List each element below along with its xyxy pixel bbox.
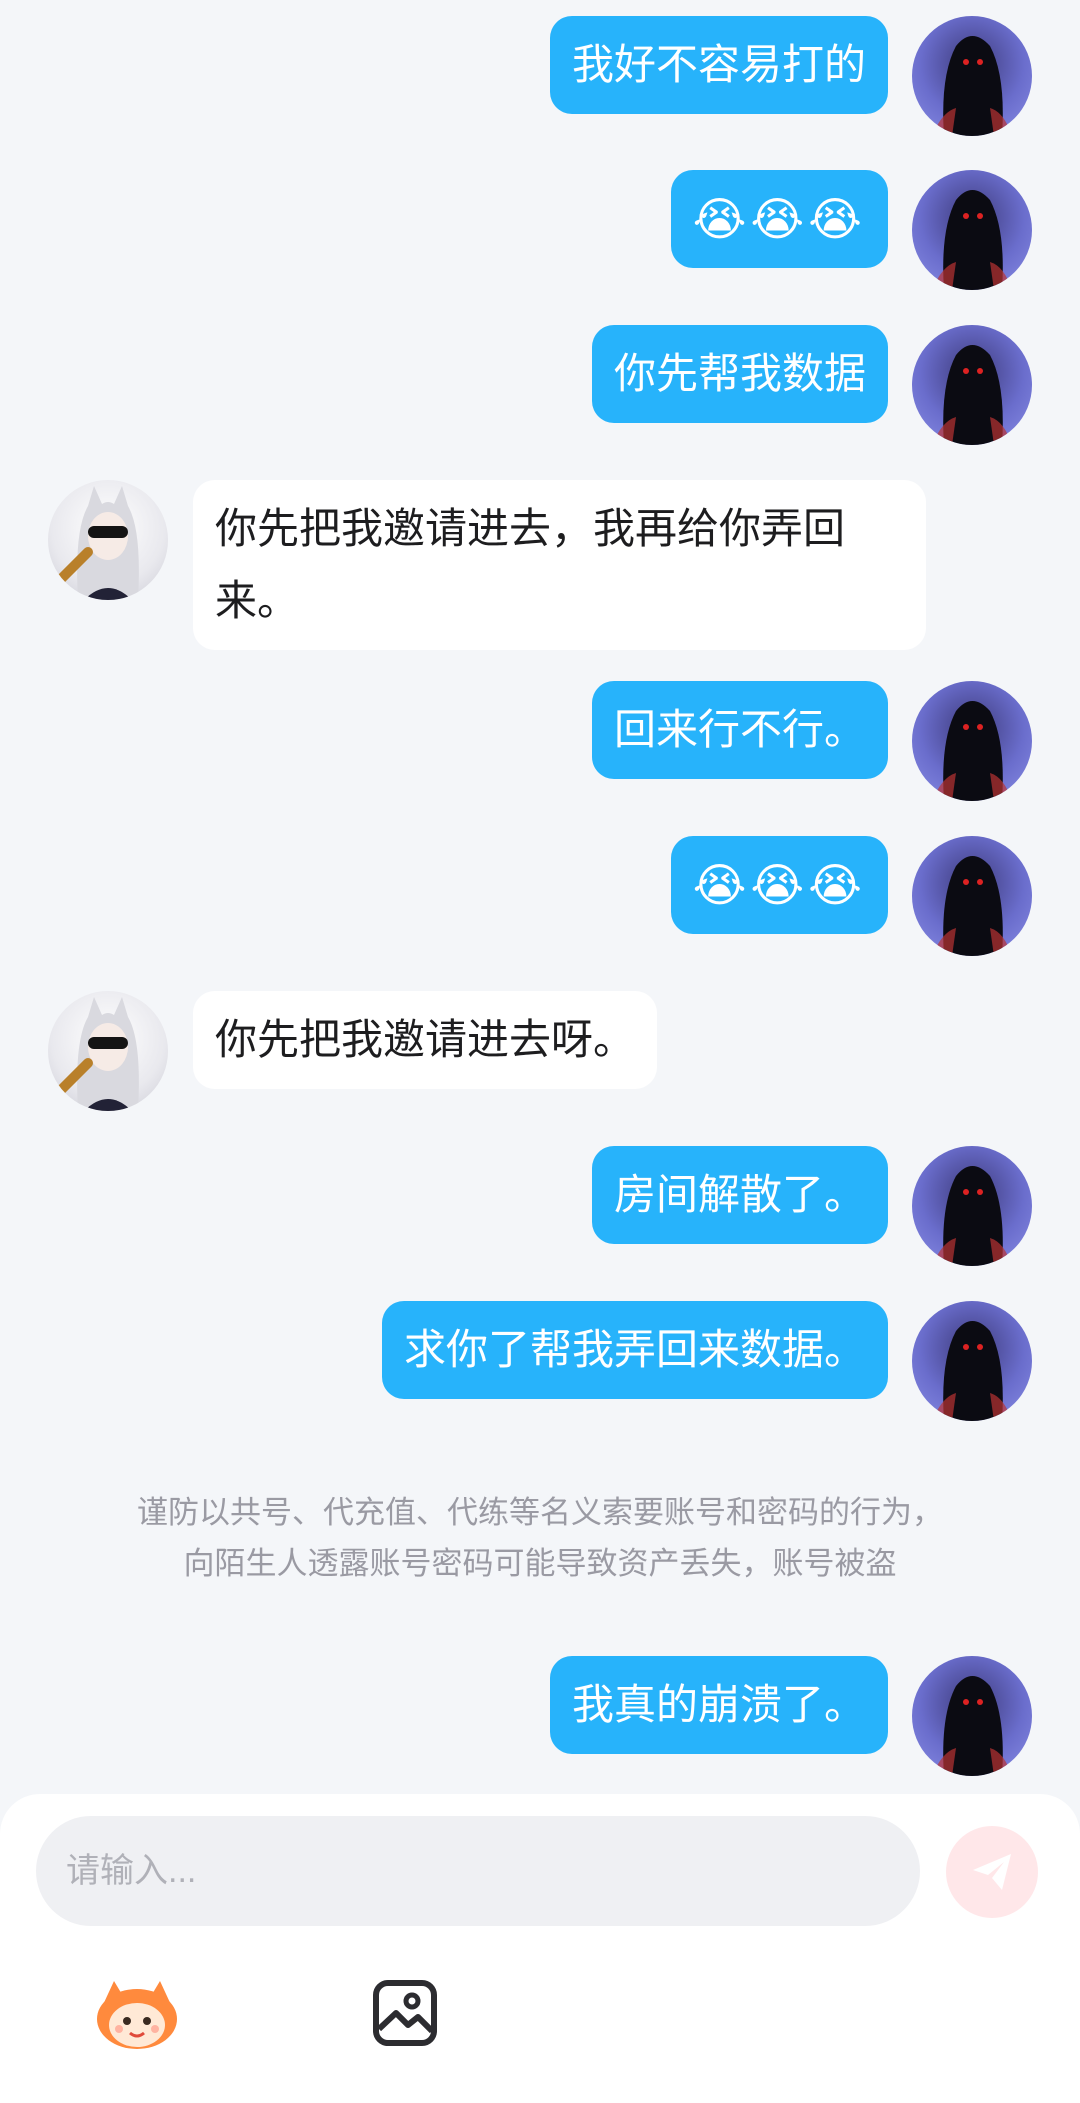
avatar[interactable] <box>912 836 1032 956</box>
message-bubble[interactable]: 你先把我邀请进去，我再给你弄回 来。 <box>193 480 926 650</box>
avatar[interactable] <box>912 1301 1032 1421</box>
avatar[interactable] <box>912 681 1032 801</box>
image-button[interactable] <box>360 1969 450 2059</box>
message-bubble[interactable]: 求你了帮我弄回来数据。 <box>381 1301 888 1399</box>
avatar[interactable] <box>48 480 168 600</box>
notice-line: 谨防以共号、代充值、代练等名义索要账号和密码的行为， <box>137 1495 943 1531</box>
composer-panel <box>0 1794 1080 2103</box>
image-icon <box>373 1980 437 2046</box>
emoji-sticker-icon <box>97 1981 177 2049</box>
notice-line: 向陌生人透露账号密码可能导致资产丢失，账号被盗 <box>183 1546 897 1582</box>
message-bubble[interactable]: 你先把我邀请进去呀。 <box>193 991 658 1089</box>
security-notice: 谨防以共号、代充值、代练等名义索要账号和密码的行为， 向陌生人透露账号密码可能导… <box>0 1488 1080 1590</box>
avatar[interactable] <box>912 1656 1032 1776</box>
message-bubble[interactable]: 回来行不行。 <box>591 681 888 779</box>
message-bubble[interactable]: 我真的崩溃了。 <box>549 1656 888 1754</box>
message-input[interactable] <box>36 1816 920 1926</box>
avatar[interactable] <box>912 16 1032 136</box>
message-bubble[interactable]: 😭😭😭 <box>670 170 888 268</box>
avatar[interactable] <box>912 325 1032 445</box>
avatar[interactable] <box>48 991 168 1111</box>
avatar[interactable] <box>912 1146 1032 1266</box>
emoji-sticker-button[interactable] <box>92 1969 182 2059</box>
message-bubble[interactable]: 你先帮我数据 <box>591 325 888 423</box>
message-bubble[interactable]: 我好不容易打的 <box>549 16 888 114</box>
send-icon <box>973 1854 1011 1890</box>
message-bubble[interactable]: 😭😭😭 <box>670 836 888 934</box>
send-button[interactable] <box>946 1826 1038 1918</box>
avatar[interactable] <box>912 170 1032 290</box>
message-bubble[interactable]: 房间解散了。 <box>591 1146 888 1244</box>
